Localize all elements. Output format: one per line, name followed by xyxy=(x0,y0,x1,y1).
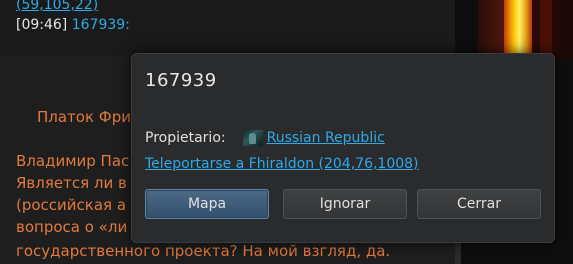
map-button[interactable]: Mapa xyxy=(145,189,269,219)
chat-sender-name[interactable]: 167939: xyxy=(72,17,130,33)
chat-timestamp: [09:46] xyxy=(16,17,68,33)
owner-row: Propietario: Russian Republic xyxy=(145,128,385,148)
chat-text-line-4: вопроса о «ли xyxy=(16,218,128,236)
close-button[interactable]: Cerrar xyxy=(417,189,541,219)
object-info-dialog: 167939 Propietario: Russian Republic Tel… xyxy=(131,53,555,243)
chat-object-name: Платок Фри xyxy=(37,108,131,126)
chat-text-line-2: Является ли в xyxy=(16,174,127,192)
world-view-light-beam xyxy=(504,0,532,60)
chat-text-line-5: государственного проекта? На мой взгляд,… xyxy=(16,242,391,260)
chat-text-line-3: (российская а xyxy=(16,196,127,214)
viewer-scene: (59,105,22) [09:46] 167939: Платок Фри В… xyxy=(0,0,573,264)
teleport-link[interactable]: Teleportarse a Fhiraldon (204,76,1008) xyxy=(145,156,419,172)
dialog-title: 167939 xyxy=(145,70,217,91)
chat-message-header: [09:46] 167939: xyxy=(16,16,130,34)
world-view-shadow xyxy=(540,0,552,60)
chat-text-line-1: Владимир Пас xyxy=(16,152,130,170)
owner-name-link[interactable]: Russian Republic xyxy=(267,130,385,146)
group-avatar-icon xyxy=(242,130,263,146)
owner-label: Propietario: xyxy=(145,130,226,146)
chat-location-link[interactable]: (59,105,22) xyxy=(16,0,98,14)
ignore-button[interactable]: Ignorar xyxy=(283,189,407,219)
